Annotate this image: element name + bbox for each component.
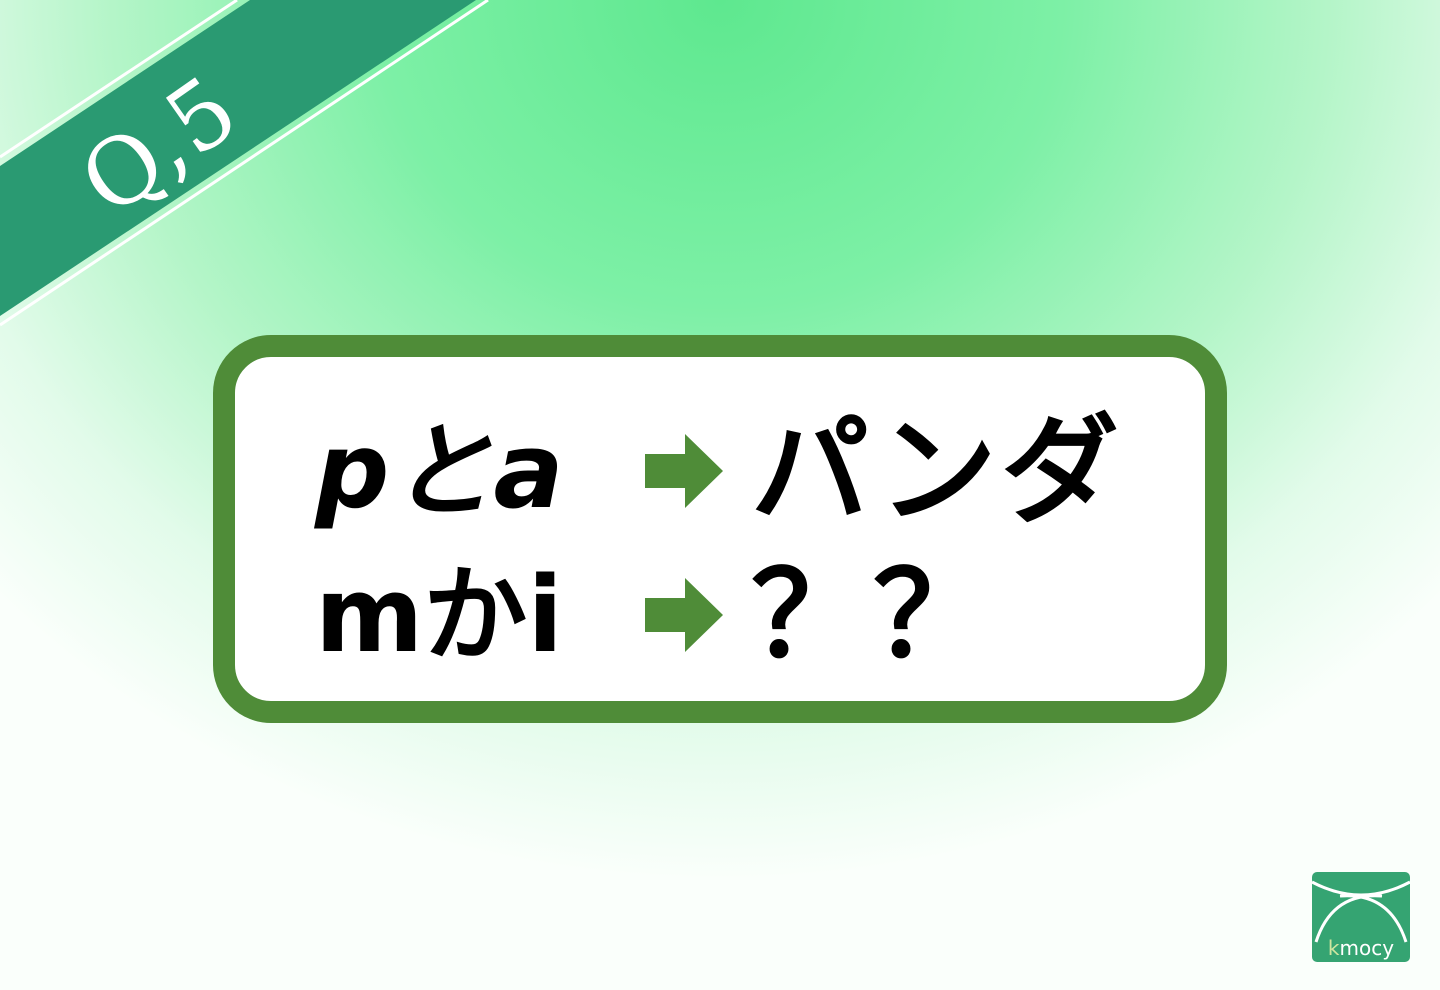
logo-text: kmocy xyxy=(1327,936,1395,960)
puzzle-card: pとa パンダ mかi ？？ xyxy=(213,335,1227,723)
row1-answer: パンダ xyxy=(751,402,1123,540)
right-arrow-icon xyxy=(645,578,723,652)
row2-answer: ？？ xyxy=(751,546,996,684)
puzzle-row-1: pとa パンダ xyxy=(315,401,1123,541)
puzzle-row-2: mかi ？？ xyxy=(315,545,995,685)
row1-hint: pとa xyxy=(315,410,564,532)
row2-hint: mかi xyxy=(315,554,564,676)
right-arrow-icon xyxy=(645,434,723,508)
kmocy-logo: kmocy xyxy=(1312,872,1410,962)
